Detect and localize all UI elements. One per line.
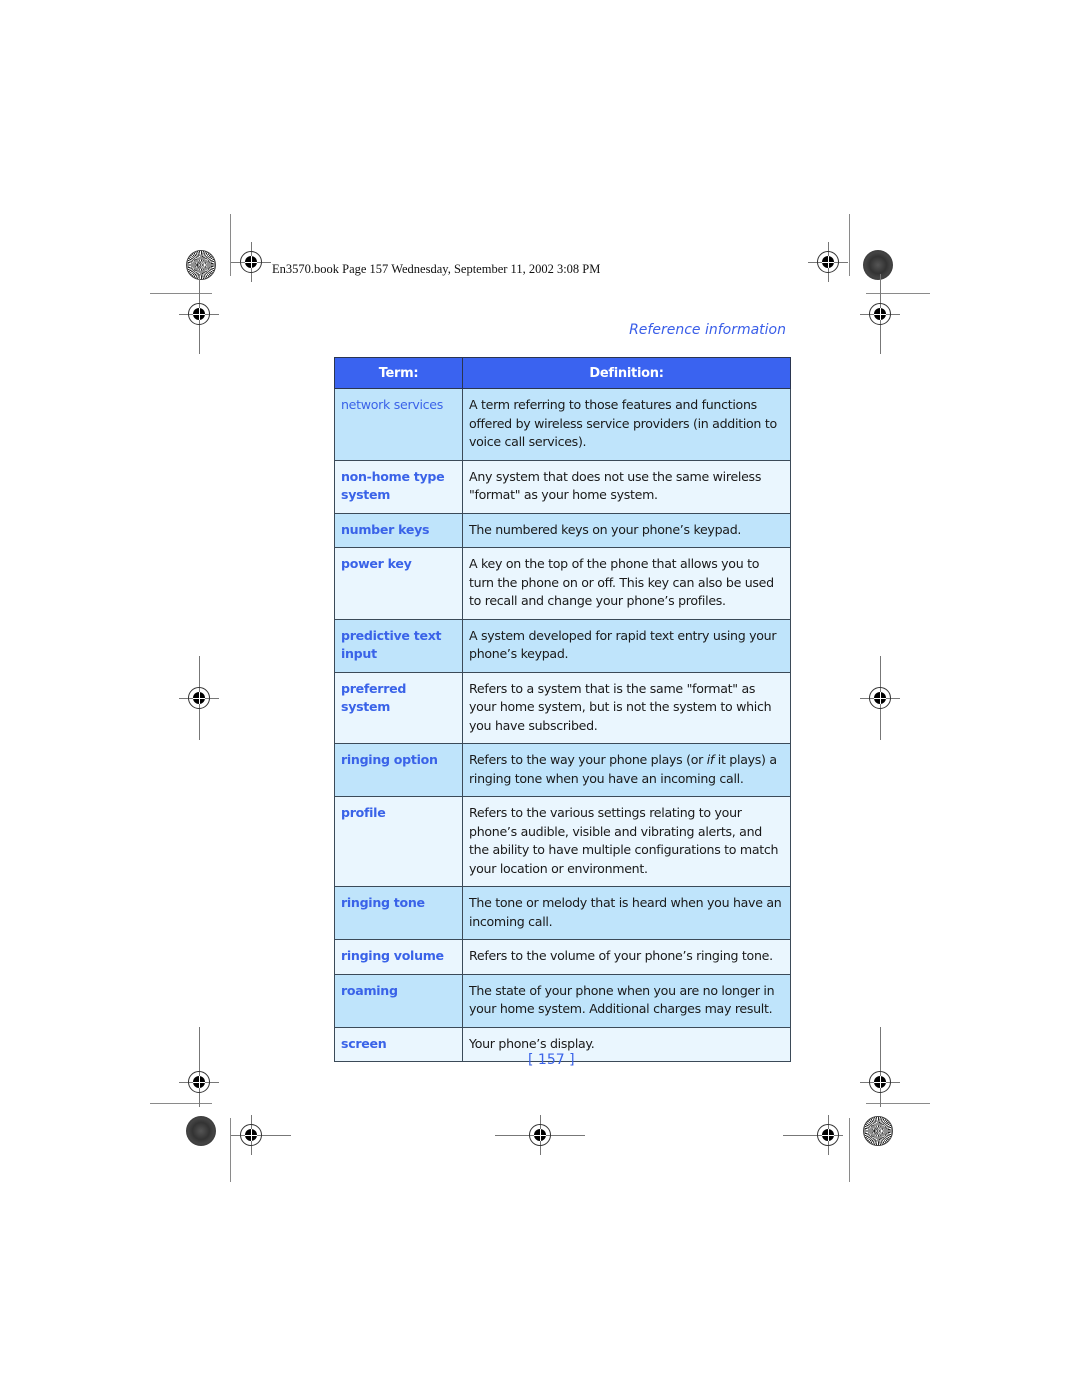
definition-cell: Any system that does not use the same wi… — [462, 459, 791, 514]
term-cell: predictive text input — [334, 618, 463, 673]
table-row: number keys The numbered keys on your ph… — [334, 512, 791, 548]
term-cell: ringing tone — [334, 886, 463, 940]
definition-cell: A term referring to those features and f… — [462, 388, 791, 461]
term-cell: ringing volume — [334, 939, 463, 975]
definition-emphasis: if — [706, 752, 715, 767]
definition-cell: A key on the top of the phone that allow… — [462, 547, 791, 620]
definition-cell: Refers to the volume of your phone’s rin… — [462, 939, 791, 975]
registration-mark-icon — [179, 656, 219, 740]
definition-cell: A system developed for rapid text entry … — [462, 618, 791, 673]
term-cell: power key — [334, 547, 463, 620]
table-row: ringing option Refers to the way your ph… — [334, 743, 791, 797]
registration-mark-icon — [783, 1115, 843, 1155]
table-row: roaming The state of your phone when you… — [334, 973, 791, 1028]
starburst-mark-icon — [863, 1116, 893, 1146]
term-cell: profile — [334, 796, 463, 887]
term-cell: non-home type system — [334, 459, 463, 514]
glossary-table: Term: Definition: network services A ter… — [334, 357, 791, 1062]
table-row: predictive text input A system developed… — [334, 618, 791, 673]
table-row: preferred system Refers to a system that… — [334, 671, 791, 744]
table-row: ringing volume Refers to the volume of y… — [334, 939, 791, 975]
column-header-definition: Definition: — [462, 357, 791, 389]
term-cell: preferred system — [334, 671, 463, 744]
table-row: network services A term referring to tho… — [334, 388, 791, 461]
crop-line — [230, 214, 231, 276]
table-row: power key A key on the top of the phone … — [334, 547, 791, 620]
definition-text: Refers to the way your phone plays (or — [469, 752, 707, 767]
registration-mark-icon — [495, 1115, 585, 1155]
registration-mark-icon — [231, 242, 271, 282]
registration-mark-icon — [231, 1115, 291, 1155]
crop-line — [866, 293, 930, 294]
term-cell: ringing option — [334, 743, 463, 797]
section-title: Reference information — [629, 322, 786, 338]
table-row: profile Refers to the various settings r… — [334, 796, 791, 887]
crop-line — [849, 1118, 850, 1182]
definition-cell: The state of your phone when you are no … — [462, 973, 791, 1028]
registration-mark-icon — [179, 1027, 219, 1107]
registration-mark-icon — [860, 656, 900, 740]
term-cell: screen — [334, 1026, 463, 1062]
definition-cell: Refers to the way your phone plays (or i… — [462, 743, 791, 797]
crop-line — [230, 1118, 231, 1182]
crop-line — [150, 1103, 212, 1104]
definition-cell: Your phone’s display. — [462, 1026, 791, 1062]
definition-cell: The tone or melody that is heard when yo… — [462, 886, 791, 940]
starburst-mark-icon — [186, 250, 216, 280]
term-cell: number keys — [334, 512, 463, 548]
definition-cell: Refers to a system that is the same "for… — [462, 671, 791, 744]
crop-line — [849, 214, 850, 276]
definition-cell: Refers to the various settings relating … — [462, 796, 791, 887]
registration-mark-icon — [860, 274, 900, 354]
table-row: ringing tone The tone or melody that is … — [334, 886, 791, 940]
registration-mark-icon — [860, 1027, 900, 1107]
disc-mark-icon — [186, 1116, 216, 1146]
crop-line — [150, 293, 212, 294]
column-header-term: Term: — [334, 357, 463, 389]
page-number: [ 157 ] — [528, 1052, 575, 1068]
table-row: non-home type system Any system that doe… — [334, 459, 791, 514]
print-header: En3570.book Page 157 Wednesday, Septembe… — [272, 262, 601, 276]
definition-cell: The numbered keys on your phone’s keypad… — [462, 512, 791, 548]
table-header-row: Term: Definition: — [334, 357, 791, 389]
term-cell: network services — [334, 388, 463, 461]
term-cell: roaming — [334, 973, 463, 1028]
disc-mark-icon — [863, 250, 893, 280]
crop-line — [866, 1103, 930, 1104]
registration-mark-icon — [179, 274, 219, 354]
registration-mark-icon — [808, 242, 848, 282]
